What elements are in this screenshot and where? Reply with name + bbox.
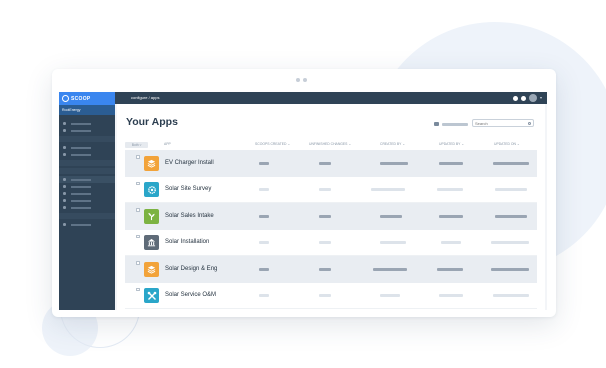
dot-icon — [63, 153, 66, 156]
column-header-updated-by[interactable]: UPDATED BY ⌄ — [439, 140, 464, 149]
sidebar-divider — [59, 213, 115, 219]
table-row[interactable]: Solar Site Survey — [125, 176, 537, 203]
main-content: Your Apps Both ▿ APP SCOOPS CREATED ⌄ UN… — [117, 104, 545, 310]
dot-icon — [63, 199, 66, 202]
dot-icon — [63, 146, 66, 149]
dot-icon — [63, 206, 66, 209]
sidebar-item[interactable] — [59, 204, 115, 211]
gear-icon — [144, 182, 159, 197]
sidebar-item[interactable] — [59, 120, 115, 127]
status-filter[interactable]: Both ▿ — [125, 141, 148, 148]
logo-text: SCOOP — [71, 95, 91, 102]
dot-icon — [63, 122, 66, 125]
page-title: Your Apps — [126, 116, 178, 128]
window-dots — [296, 78, 307, 82]
dot-icon — [63, 192, 66, 195]
sidebar-item[interactable] — [59, 144, 115, 151]
sidebar-divider — [59, 136, 115, 142]
breadcrumb[interactable]: configure / apps — [131, 92, 159, 104]
help-icon[interactable] — [520, 95, 526, 101]
dot-icon — [63, 185, 66, 188]
table-row[interactable]: Solar Sales Intake — [125, 203, 537, 230]
logo[interactable]: SCOOP — [59, 92, 115, 105]
table-row[interactable]: Solar Installation — [125, 229, 537, 256]
top-bar: configure / apps ▾ — [115, 92, 547, 104]
app-name[interactable]: Solar Service O&M — [165, 292, 216, 298]
sidebar-item[interactable] — [59, 183, 115, 190]
app-window: SCOOP RootEnergy configure / apps ▾ Your… — [59, 92, 547, 310]
app-name[interactable]: Solar Design & Eng — [165, 266, 217, 272]
row-checkbox[interactable] — [136, 181, 140, 185]
building-icon — [144, 235, 159, 250]
sidebar-item[interactable] — [59, 176, 115, 183]
table-header: Both ▿ APP SCOOPS CREATED ⌄ UNFINISHED C… — [125, 140, 537, 149]
app-name[interactable]: Solar Site Survey — [165, 186, 211, 192]
app-name[interactable]: EV Charger Install — [165, 160, 214, 166]
column-header-updated-on[interactable]: UPDATED ON ⌄ — [494, 140, 520, 149]
row-checkbox[interactable] — [136, 287, 140, 291]
workspace-label[interactable]: RootEnergy — [59, 105, 115, 115]
table-row[interactable]: Solar Design & Eng — [125, 256, 537, 283]
layers-icon — [144, 261, 159, 277]
search-box[interactable] — [472, 119, 534, 127]
sidebar-item[interactable] — [59, 127, 115, 134]
column-header-unfinished[interactable]: UNFINISHED CHANGES ⌄ — [309, 140, 351, 149]
notification-icon[interactable] — [512, 95, 518, 101]
tools-icon — [144, 288, 159, 303]
sidebar-divider — [59, 168, 115, 174]
avatar[interactable] — [528, 94, 537, 102]
table-row[interactable]: EV Charger Install — [125, 150, 537, 177]
column-header-app[interactable]: APP — [164, 140, 171, 149]
plant-icon — [144, 208, 159, 224]
dot-icon — [63, 129, 66, 132]
sidebar-item[interactable] — [59, 197, 115, 204]
sidebar-item[interactable] — [59, 221, 115, 228]
table-row[interactable]: Solar Service O&M — [125, 282, 537, 309]
apps-table-body: EV Charger Install Solar Site Survey Sol… — [125, 150, 537, 309]
search-input[interactable] — [475, 120, 527, 127]
row-checkbox[interactable] — [136, 208, 140, 212]
layers-icon — [144, 155, 159, 171]
app-name[interactable]: Solar Sales Intake — [165, 213, 214, 219]
app-name[interactable]: Solar Installation — [165, 239, 209, 245]
top-actions: ▾ — [512, 94, 542, 102]
search-icon — [527, 121, 531, 125]
row-checkbox[interactable] — [136, 234, 140, 238]
view-toggle[interactable] — [442, 123, 468, 126]
scoop-logo-icon — [62, 95, 69, 102]
grid-view-icon[interactable] — [434, 122, 439, 126]
dot-icon — [63, 178, 66, 181]
sidebar-divider — [59, 160, 115, 166]
column-header-created-by[interactable]: CREATED BY ⌄ — [380, 140, 405, 149]
sidebar: SCOOP RootEnergy — [59, 92, 115, 310]
column-header-scoops[interactable]: SCOOPS CREATED ⌄ — [255, 140, 290, 149]
dot-icon — [63, 223, 66, 226]
sidebar-item[interactable] — [59, 151, 115, 158]
chevron-down-icon[interactable]: ▾ — [540, 94, 542, 102]
row-checkbox[interactable] — [136, 155, 140, 159]
sidebar-item[interactable] — [59, 190, 115, 197]
row-checkbox[interactable] — [136, 261, 140, 265]
